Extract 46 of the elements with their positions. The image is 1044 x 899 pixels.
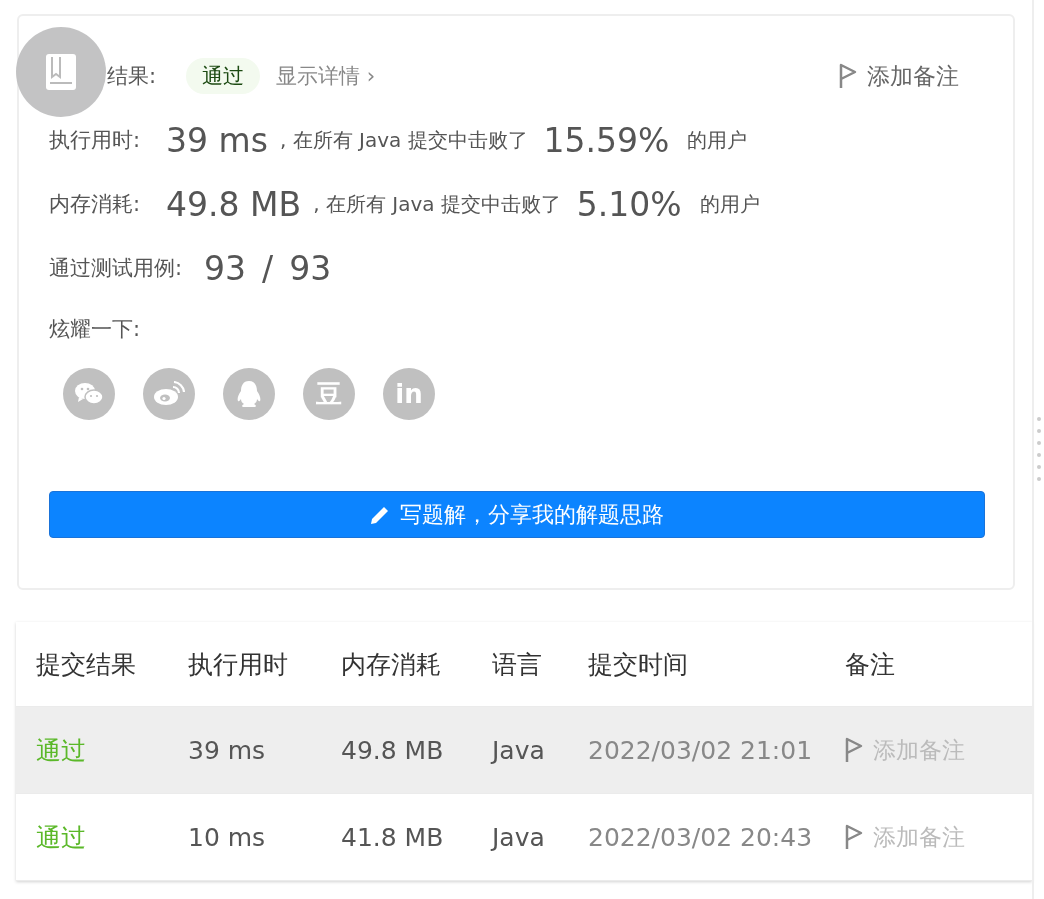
table-cell-text: 41.8 MB bbox=[341, 822, 445, 852]
stat-value: 39 ms bbox=[166, 120, 268, 160]
table-cell-text: Java bbox=[492, 735, 546, 765]
test-cases-total: 93 bbox=[289, 248, 332, 288]
stat-suffix: 的用户 bbox=[687, 126, 748, 154]
stat-label: 执行用时: bbox=[49, 127, 141, 154]
test-cases-label: 通过测试用例: bbox=[49, 255, 183, 282]
add-note-button[interactable]: 添加备注 bbox=[845, 821, 1008, 853]
table-cell-text: Java bbox=[492, 822, 546, 852]
flag-icon bbox=[845, 737, 863, 763]
table-cell-text: 49.8 MB bbox=[341, 735, 445, 765]
write-solution-button[interactable]: 写题解，分享我的解题思路 bbox=[49, 491, 985, 538]
pencil-icon bbox=[370, 504, 390, 525]
stat-text: , 在所有 Java 提交中击败了 bbox=[279, 126, 528, 154]
column-header: 提交结果 bbox=[36, 648, 137, 681]
stat-percent: 15.59% bbox=[543, 120, 670, 160]
table-cell-text: 2022/03/02 20:43 bbox=[588, 822, 814, 852]
stat-label: 内存消耗: bbox=[49, 191, 141, 218]
flag-icon bbox=[839, 63, 857, 89]
wechat-icon[interactable] bbox=[63, 368, 115, 420]
test-cases-passed: 93 bbox=[204, 248, 247, 288]
result-label: 结果: bbox=[107, 63, 157, 90]
column-header: 备注 bbox=[845, 648, 896, 681]
share-label: 炫耀一下: bbox=[49, 316, 141, 343]
test-cases-separator: / bbox=[262, 248, 274, 288]
flag-icon bbox=[845, 824, 863, 850]
table-cell-text: 2022/03/02 21:01 bbox=[588, 735, 814, 765]
stat-value: 49.8 MB bbox=[166, 184, 302, 224]
table-cell-text: 10 ms bbox=[188, 822, 267, 852]
add-note-button[interactable]: 添加备注 bbox=[839, 60, 959, 92]
stat-percent: 5.10% bbox=[576, 184, 682, 224]
table-cell-text: 39 ms bbox=[188, 735, 267, 765]
weibo-icon[interactable] bbox=[143, 368, 195, 420]
stat-text: , 在所有 Java 提交中击败了 bbox=[313, 190, 561, 218]
details-link[interactable]: 显示详情 › bbox=[276, 62, 376, 90]
column-header: 执行用时 bbox=[188, 648, 289, 681]
status-badge: 通过 bbox=[186, 58, 261, 94]
submission-row[interactable]: 通过 10 ms 41.8 MB Java 2022/03/02 20:43 添加备注 bbox=[16, 794, 1032, 881]
column-header: 提交时间 bbox=[588, 648, 689, 681]
penguin-icon[interactable] bbox=[223, 368, 275, 420]
column-header: 语言 bbox=[492, 648, 543, 681]
bookmark-icon bbox=[45, 53, 77, 91]
result-cell-text: 通过 bbox=[36, 734, 87, 767]
result-cell-text: 通过 bbox=[36, 821, 87, 854]
column-header: 内存消耗 bbox=[341, 648, 442, 681]
stat-suffix: 的用户 bbox=[699, 190, 760, 218]
